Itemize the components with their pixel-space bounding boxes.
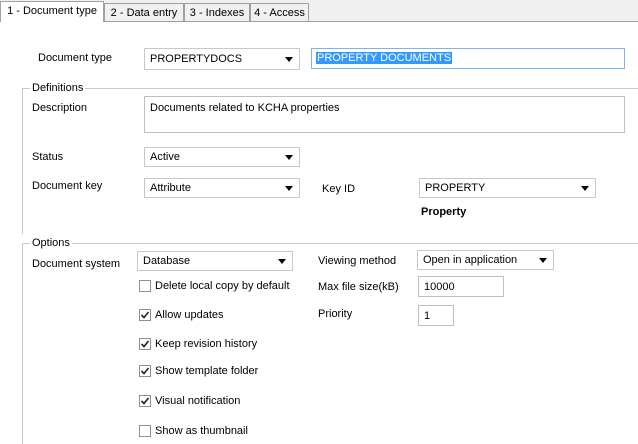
checkmark-icon: [141, 340, 149, 348]
chevron-down-icon: [285, 155, 293, 160]
document-system-value: Database: [143, 255, 191, 267]
options-legend: Options: [30, 237, 72, 249]
checkmark-icon: [141, 397, 149, 405]
document-type-name-value: PROPERTY DOCUMENTS: [316, 52, 453, 64]
tab-document-type[interactable]: 1 - Document type: [0, 1, 104, 22]
tab-data-entry[interactable]: 2 - Data entry: [104, 3, 184, 21]
description-label: Description: [32, 102, 88, 114]
document-type-code-dropdown[interactable]: PROPERTYDOCS: [144, 48, 300, 70]
key-id-caption: Property: [421, 206, 467, 218]
show-template-folder-label: Show template folder: [155, 365, 259, 377]
priority-field[interactable]: 1: [418, 305, 454, 326]
checkmark-icon: [141, 367, 149, 375]
description-textarea[interactable]: Documents related to KCHA properties: [144, 96, 625, 133]
tab-strip: 1 - Document type 2 - Data entry 3 - Ind…: [0, 0, 638, 22]
document-system-dropdown[interactable]: Database: [137, 251, 293, 271]
viewing-method-label: Viewing method: [318, 255, 397, 267]
tab-indexes[interactable]: 3 - Indexes: [184, 3, 250, 21]
max-file-size-field[interactable]: 10000: [418, 276, 504, 297]
checkmark-icon: [141, 311, 149, 319]
options-group: [22, 243, 638, 444]
document-key-dropdown[interactable]: Attribute: [144, 178, 300, 198]
delete-local-copy-label: Delete local copy by default: [155, 280, 290, 292]
show-as-thumbnail-checkbox[interactable]: [139, 425, 151, 437]
allow-updates-label: Allow updates: [155, 309, 224, 321]
tab-label: 4 - Access: [254, 7, 305, 19]
key-id-dropdown[interactable]: PROPERTY: [419, 178, 596, 198]
keep-revision-history-label: Keep revision history: [155, 338, 258, 350]
visual-notification-checkbox[interactable]: [139, 395, 151, 407]
keep-revision-history-checkbox[interactable]: [139, 338, 151, 350]
show-as-thumbnail-label: Show as thumbnail: [155, 425, 248, 437]
tab-access[interactable]: 4 - Access: [250, 3, 309, 21]
status-label: Status: [32, 151, 64, 163]
visual-notification-label: Visual notification: [155, 395, 241, 407]
tab-label: 3 - Indexes: [189, 7, 245, 19]
viewing-method-dropdown[interactable]: Open in application: [417, 250, 554, 270]
document-system-label: Document system: [32, 258, 121, 270]
show-template-folder-checkbox[interactable]: [139, 365, 151, 377]
chevron-down-icon: [539, 258, 547, 263]
chevron-down-icon: [285, 186, 293, 191]
tab-label: 2 - Data entry: [110, 7, 178, 19]
max-file-size-label: Max file size(kB): [318, 281, 399, 293]
priority-value: 1: [424, 310, 431, 322]
chevron-down-icon: [278, 259, 286, 264]
key-id-label: Key ID: [322, 183, 356, 195]
max-file-size-value: 10000: [424, 281, 455, 293]
key-id-value: PROPERTY: [425, 182, 486, 194]
definitions-legend: Definitions: [30, 82, 86, 94]
delete-local-copy-checkbox[interactable]: [139, 280, 151, 292]
priority-label: Priority: [318, 308, 353, 320]
chevron-down-icon: [581, 186, 589, 191]
status-dropdown[interactable]: Active: [144, 147, 300, 167]
tab-label: 1 - Document type: [7, 5, 97, 17]
document-key-label: Document key: [32, 180, 103, 192]
chevron-down-icon: [285, 57, 293, 62]
document-type-label: Document type: [38, 52, 112, 64]
description-value: Documents related to KCHA properties: [150, 102, 340, 114]
document-type-code-value: PROPERTYDOCS: [150, 53, 243, 65]
status-value: Active: [150, 151, 180, 163]
allow-updates-checkbox[interactable]: [139, 309, 151, 321]
viewing-method-value: Open in application: [423, 254, 518, 266]
document-key-value: Attribute: [150, 182, 191, 194]
document-type-name-field[interactable]: PROPERTY DOCUMENTS: [311, 48, 625, 69]
